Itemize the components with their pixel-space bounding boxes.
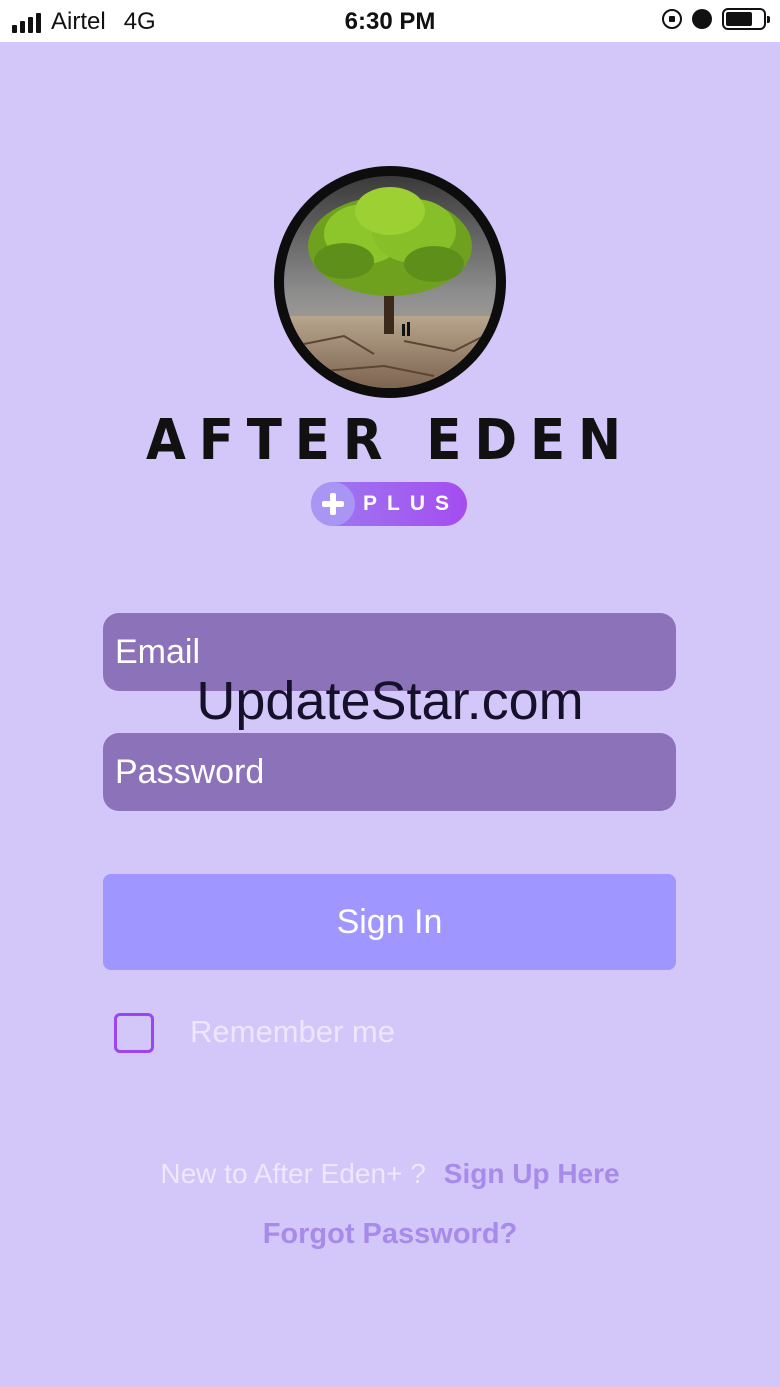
password-placeholder: Password	[115, 752, 265, 791]
plus-label: PLUS	[363, 492, 460, 515]
app-logo	[274, 166, 506, 398]
remember-me-checkbox[interactable]	[114, 1013, 154, 1053]
brand-name: AFTER EDEN	[145, 408, 635, 473]
remember-me-label[interactable]: Remember me	[190, 1014, 395, 1050]
sign-in-button[interactable]: Sign In	[103, 874, 676, 970]
plus-icon	[311, 482, 355, 526]
alarm-icon	[692, 9, 712, 29]
email-placeholder: Email	[115, 632, 201, 671]
sign-up-link[interactable]: Sign Up Here	[444, 1158, 620, 1189]
tree-icon	[284, 176, 496, 388]
orientation-lock-icon	[662, 9, 682, 29]
battery-icon	[722, 8, 770, 30]
signup-prompt: New to After Eden+ ?	[160, 1158, 426, 1189]
plus-badge: PLUS	[311, 482, 467, 526]
forgot-password-link[interactable]: Forgot Password?	[0, 1218, 780, 1251]
signup-row: New to After Eden+ ? Sign Up Here	[0, 1158, 780, 1190]
email-field[interactable]: Email	[103, 613, 676, 691]
status-right	[662, 8, 770, 30]
password-field[interactable]: Password	[103, 733, 676, 811]
tree-logo-image	[284, 176, 496, 388]
status-bar: Airtel 4G 6:30 PM	[0, 0, 780, 42]
